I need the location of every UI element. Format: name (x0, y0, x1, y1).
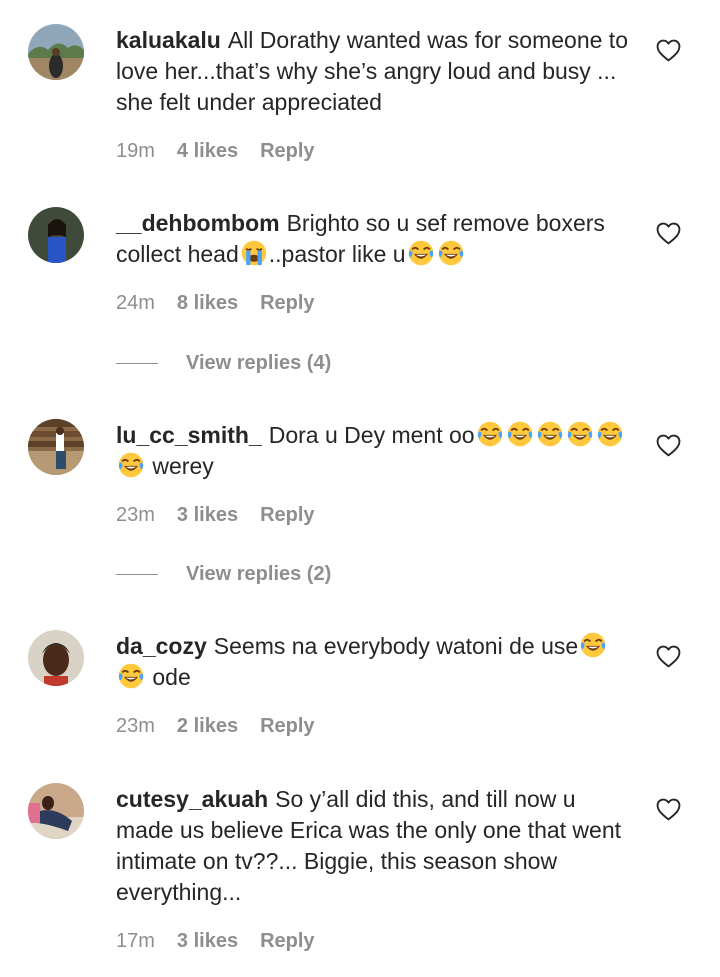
comment-text: ..pastor like u (268, 241, 406, 267)
comment-text: werey (146, 453, 214, 479)
heart-icon[interactable] (656, 434, 681, 457)
timestamp: 17m (116, 930, 155, 952)
laughing-face-emoji (506, 420, 534, 448)
avatar[interactable] (28, 783, 84, 839)
reply-button[interactable]: Reply (260, 715, 314, 738)
comment-meta: 23m 2 likes Reply (116, 715, 636, 738)
comment-text: Seems na everybody watoni de use (213, 633, 579, 659)
comment-meta: 17m 3 likes Reply (116, 930, 636, 953)
likes-count[interactable]: 4 likes (177, 140, 238, 163)
comment-text: Dora u Dey ment oo (268, 422, 475, 448)
laughing-face-emoji (566, 420, 594, 448)
laughing-face-emoji (407, 239, 435, 267)
divider (116, 574, 158, 575)
reply-button[interactable]: Reply (260, 504, 314, 527)
timestamp: 24m (116, 292, 155, 314)
heart-icon[interactable] (656, 222, 681, 245)
username[interactable]: lu_cc_smith_ (116, 422, 262, 448)
reply-button[interactable]: Reply (260, 292, 314, 315)
heart-icon[interactable] (656, 39, 681, 62)
reply-button[interactable]: Reply (260, 140, 314, 163)
likes-count[interactable]: 3 likes (177, 930, 238, 953)
username[interactable]: da_cozy (116, 633, 207, 659)
laughing-face-emoji (536, 420, 564, 448)
view-replies-label[interactable]: View replies (2) (186, 563, 331, 586)
avatar[interactable] (28, 207, 84, 263)
username[interactable]: cutesy_akuah (116, 786, 268, 812)
avatar[interactable] (28, 630, 84, 686)
likes-count[interactable]: 8 likes (177, 292, 238, 315)
comment-text: ode (146, 664, 191, 690)
divider (116, 363, 158, 364)
username[interactable]: __dehbombom (116, 210, 280, 236)
view-replies-label[interactable]: View replies (4) (186, 352, 331, 375)
heart-icon[interactable] (656, 798, 681, 821)
laughing-face-emoji (437, 239, 465, 267)
crying-face-emoji (240, 239, 268, 267)
view-replies-button[interactable]: View replies (2) (116, 563, 331, 586)
comment-meta: 24m 8 likes Reply (116, 292, 636, 315)
timestamp: 23m (116, 504, 155, 526)
view-replies-button[interactable]: View replies (4) (116, 352, 331, 375)
avatar[interactable] (28, 24, 84, 80)
laughing-face-emoji (596, 420, 624, 448)
comment-meta: 23m 3 likes Reply (116, 504, 636, 527)
comment-meta: 19m 4 likes Reply (116, 140, 636, 163)
username[interactable]: kaluakalu (116, 27, 221, 53)
heart-icon[interactable] (656, 645, 681, 668)
avatar[interactable] (28, 419, 84, 475)
laughing-face-emoji (117, 451, 145, 479)
timestamp: 19m (116, 140, 155, 162)
reply-button[interactable]: Reply (260, 930, 314, 953)
timestamp: 23m (116, 715, 155, 737)
likes-count[interactable]: 3 likes (177, 504, 238, 527)
laughing-face-emoji (476, 420, 504, 448)
likes-count[interactable]: 2 likes (177, 715, 238, 738)
laughing-face-emoji (117, 662, 145, 690)
laughing-face-emoji (579, 631, 607, 659)
